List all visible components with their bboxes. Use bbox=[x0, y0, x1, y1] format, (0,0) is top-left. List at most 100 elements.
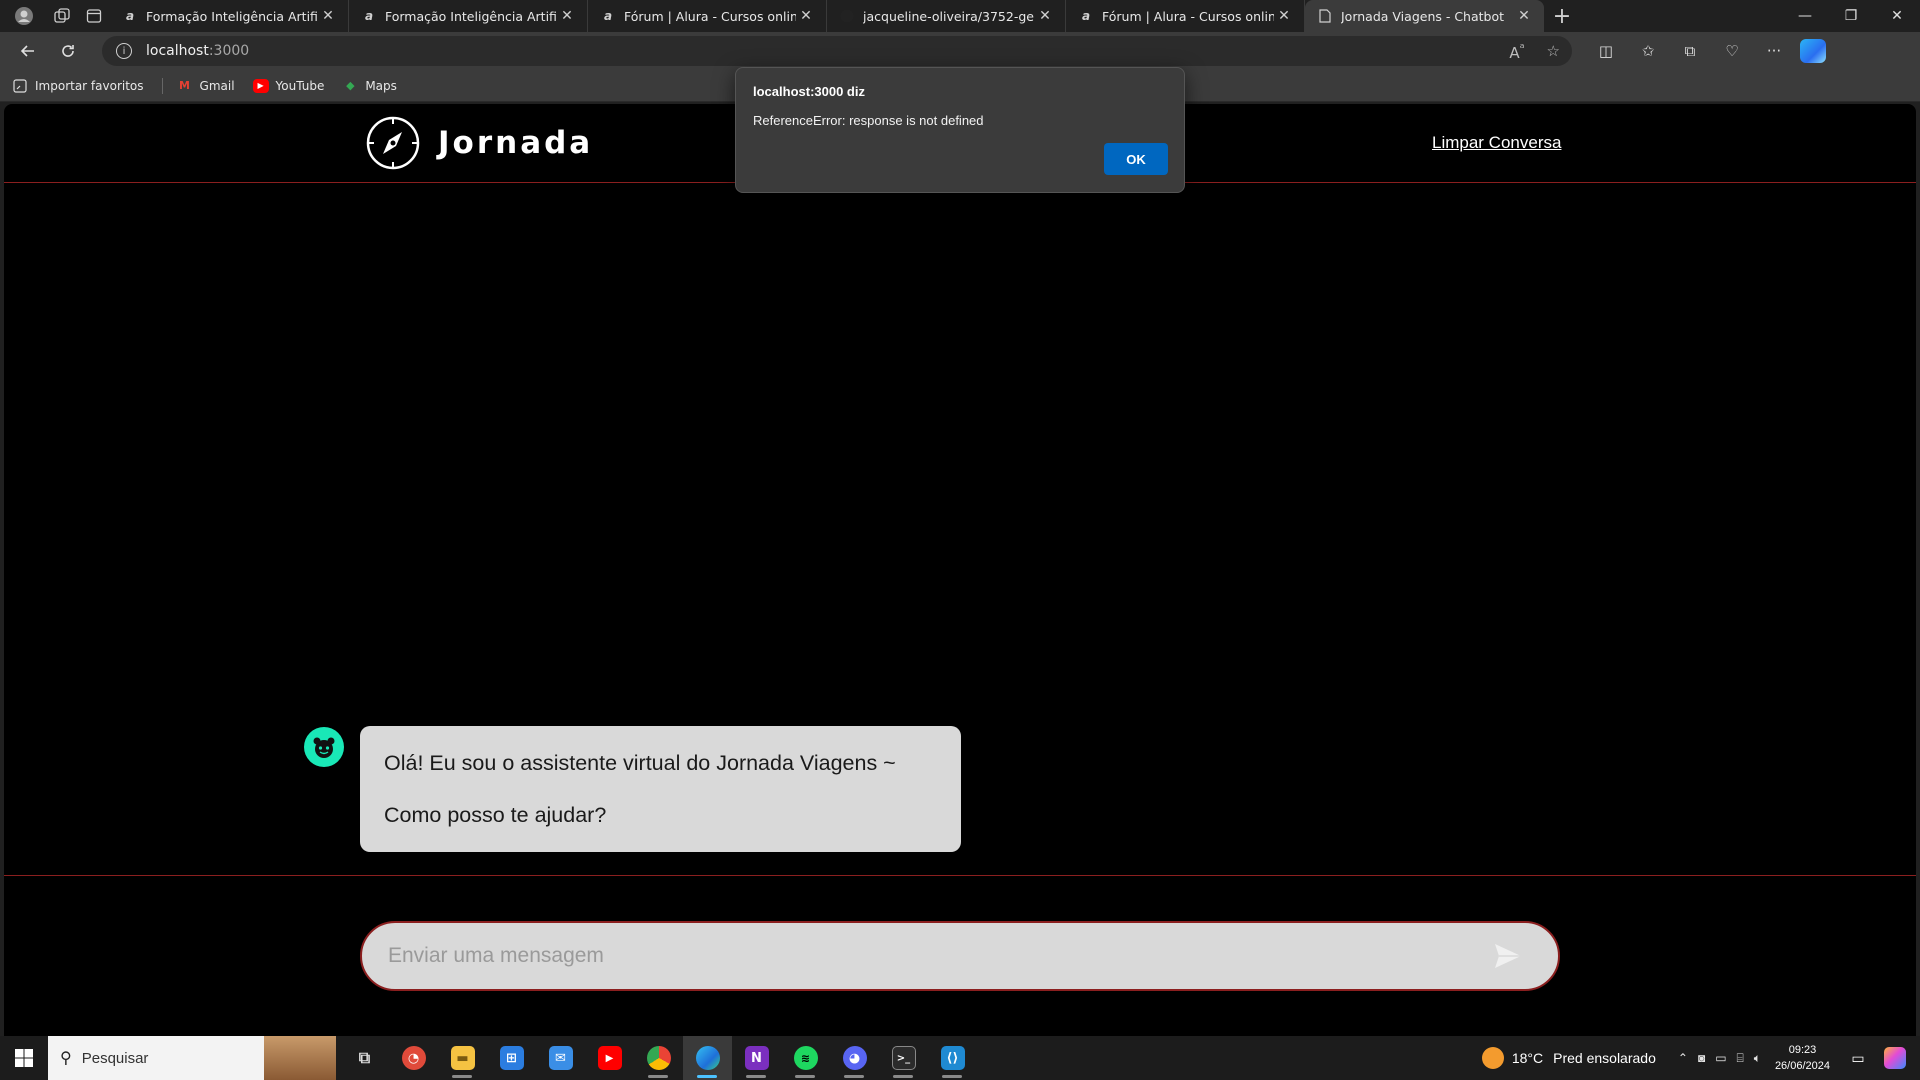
tab-title: Fórum | Alura - Cursos online de bbox=[1102, 8, 1274, 24]
extensions-icon[interactable]: ♡ bbox=[1720, 42, 1744, 60]
tab-title: Formação Inteligência Artificial e bbox=[146, 8, 318, 24]
read-aloud-icon[interactable]: Aᵃ bbox=[1509, 40, 1524, 62]
bookmark-gmail[interactable]: M Gmail bbox=[177, 79, 235, 93]
mail-icon[interactable]: ✉ bbox=[536, 1036, 585, 1080]
bookmark-youtube[interactable]: ▶ YouTube bbox=[252, 78, 324, 93]
search-icon: ⚲ bbox=[60, 1050, 72, 1067]
taskbar-search[interactable]: ⚲ Pesquisar bbox=[48, 1036, 336, 1080]
file-explorer-icon[interactable]: ▬ bbox=[438, 1036, 487, 1080]
bot-message-bubble: Olá! Eu sou o assistente virtual do Jorn… bbox=[360, 726, 961, 852]
app-icon-tool[interactable]: ◔ bbox=[389, 1036, 438, 1080]
youtube-app-icon[interactable]: ▶ bbox=[585, 1036, 634, 1080]
send-icon bbox=[1495, 944, 1521, 968]
reload-button[interactable] bbox=[48, 35, 88, 67]
web-page: Jornada Limpar Conversa Olá! Eu sou o as… bbox=[4, 104, 1916, 1036]
bookmark-label: Importar favoritos bbox=[35, 78, 144, 93]
close-tab-icon[interactable]: ✕ bbox=[557, 8, 577, 24]
search-highlight-image bbox=[264, 1036, 336, 1080]
new-tab-button[interactable]: + bbox=[1544, 0, 1580, 32]
import-favorites-link[interactable]: Importar favoritos bbox=[12, 79, 144, 93]
tab-title: Jornada Viagens - Chatbot bbox=[1341, 8, 1505, 24]
browser-tab[interactable]: a Fórum | Alura - Cursos online de ✕ bbox=[588, 0, 827, 32]
gmail-icon: M bbox=[179, 79, 190, 92]
alura-icon: a bbox=[603, 9, 613, 23]
back-button[interactable] bbox=[8, 35, 48, 67]
url-field[interactable]: i localhost:3000 Aᵃ ☆ bbox=[102, 36, 1572, 66]
close-tab-icon[interactable]: ✕ bbox=[1274, 8, 1294, 24]
profile-icon[interactable] bbox=[2, 0, 46, 32]
terminal-icon[interactable]: >_ bbox=[879, 1036, 928, 1080]
meet-icon[interactable]: ◙ bbox=[1698, 1051, 1705, 1066]
site-info-icon[interactable]: i bbox=[116, 43, 132, 59]
close-tab-icon[interactable]: ✕ bbox=[1035, 8, 1055, 24]
alura-icon: a bbox=[1081, 9, 1091, 23]
import-icon bbox=[12, 78, 28, 93]
copilot-icon[interactable] bbox=[1800, 39, 1826, 63]
browser-tab-active[interactable]: Jornada Viagens - Chatbot ✕ bbox=[1305, 0, 1544, 32]
close-tab-icon[interactable]: ✕ bbox=[796, 8, 816, 24]
brand-name: Jornada bbox=[438, 125, 594, 161]
split-screen-icon[interactable]: ◫ bbox=[1594, 42, 1618, 60]
taskbar-apps: ⧉ ◔ ▬ ⊞ ✉ ▶ N ≋ ◕ >_ ⟨⟩ bbox=[340, 1036, 977, 1080]
message-input-container bbox=[360, 921, 1560, 991]
discord-icon[interactable]: ◕ bbox=[830, 1036, 879, 1080]
site-logo[interactable]: Jornada bbox=[366, 116, 593, 170]
copilot-taskbar-icon[interactable] bbox=[1884, 1047, 1906, 1069]
browser-tab[interactable]: jacqueline-oliveira/3752-gemini- ✕ bbox=[827, 0, 1066, 32]
message-input[interactable] bbox=[388, 944, 1488, 968]
vscode-icon[interactable]: ⟨⟩ bbox=[928, 1036, 977, 1080]
clear-conversation-link[interactable]: Limpar Conversa bbox=[1432, 133, 1561, 153]
youtube-icon: ▶ bbox=[252, 78, 269, 93]
task-view-icon[interactable]: ⧉ bbox=[340, 1036, 389, 1080]
chat-area: Olá! Eu sou o assistente virtual do Jorn… bbox=[4, 184, 1916, 880]
volume-icon[interactable]: 🔈︎ bbox=[1754, 1051, 1761, 1066]
tab-strip: a Formação Inteligência Artificial e ✕ a… bbox=[0, 0, 1920, 32]
dialog-ok-button[interactable]: OK bbox=[1104, 143, 1168, 175]
chrome-icon[interactable] bbox=[634, 1036, 683, 1080]
edge-icon[interactable] bbox=[683, 1036, 732, 1080]
favorite-star-icon[interactable]: ☆ bbox=[1547, 42, 1560, 60]
system-tray: 18°C Pred ensolarado ⌃ ◙ ▭ ⌸ 🔈︎ 09:23 26… bbox=[1481, 1036, 1920, 1080]
tab-title: Fórum | Alura - Cursos online de bbox=[624, 8, 796, 24]
close-tab-icon[interactable]: ✕ bbox=[318, 8, 338, 24]
bookmark-label: Maps bbox=[365, 78, 397, 93]
tab-title: Formação Inteligência Artificial e bbox=[385, 8, 557, 24]
clock-date: 26/06/2024 bbox=[1774, 1060, 1830, 1072]
bookmark-label: Gmail bbox=[199, 78, 235, 93]
chat-footer bbox=[4, 875, 1916, 1036]
url-port: :3000 bbox=[208, 43, 250, 59]
browser-tab[interactable]: a Fórum | Alura - Cursos online de ✕ bbox=[1066, 0, 1305, 32]
microsoft-store-icon[interactable]: ⊞ bbox=[487, 1036, 536, 1080]
browser-tab[interactable]: a Formação Inteligência Artificial e ✕ bbox=[349, 0, 588, 32]
display-icon[interactable]: ▭ bbox=[1715, 1051, 1726, 1066]
bot-message-text: Olá! Eu sou o assistente virtual do Jorn… bbox=[384, 751, 896, 775]
close-window-icon[interactable]: ✕ bbox=[1874, 0, 1920, 32]
weather-sun-icon bbox=[1481, 1047, 1504, 1069]
close-tab-icon[interactable]: ✕ bbox=[1514, 8, 1534, 24]
tab-actions-icon[interactable] bbox=[78, 0, 110, 32]
github-icon bbox=[839, 8, 855, 24]
notifications-icon[interactable]: ▭ bbox=[1846, 1036, 1870, 1080]
alert-dialog: localhost:3000 diz ReferenceError: respo… bbox=[735, 67, 1185, 193]
network-icon[interactable]: ⌸ bbox=[1737, 1051, 1744, 1066]
alura-icon: a bbox=[125, 9, 135, 23]
bot-message-text: Como posso te ajudar? bbox=[384, 803, 607, 827]
weather-widget[interactable]: 18°C Pred ensolarado bbox=[1481, 1047, 1656, 1069]
spotify-icon[interactable]: ≋ bbox=[781, 1036, 830, 1080]
chevron-up-icon[interactable]: ⌃ bbox=[1678, 1051, 1688, 1066]
window-controls: — ❐ ✕ bbox=[1782, 0, 1920, 32]
workspaces-icon[interactable] bbox=[46, 0, 78, 32]
onenote-icon[interactable]: N bbox=[732, 1036, 781, 1080]
send-button[interactable] bbox=[1488, 936, 1528, 976]
more-menu-icon[interactable]: ··· bbox=[1762, 42, 1786, 60]
tray-icons: ⌃ ◙ ▭ ⌸ 🔈︎ bbox=[1678, 1051, 1761, 1066]
favorites-icon[interactable]: ✩ bbox=[1636, 42, 1660, 60]
minimize-icon[interactable]: — bbox=[1782, 0, 1828, 32]
windows-start-icon[interactable] bbox=[0, 1036, 48, 1080]
bookmark-maps[interactable]: ◆ Maps bbox=[342, 79, 397, 93]
dialog-message: ReferenceError: response is not defined bbox=[753, 113, 984, 128]
browser-tab[interactable]: a Formação Inteligência Artificial e ✕ bbox=[110, 0, 349, 32]
collections-icon[interactable]: ⧉ bbox=[1678, 42, 1702, 60]
clock[interactable]: 09:23 26/06/2024 bbox=[1775, 1042, 1830, 1074]
restore-icon[interactable]: ❐ bbox=[1828, 0, 1874, 32]
